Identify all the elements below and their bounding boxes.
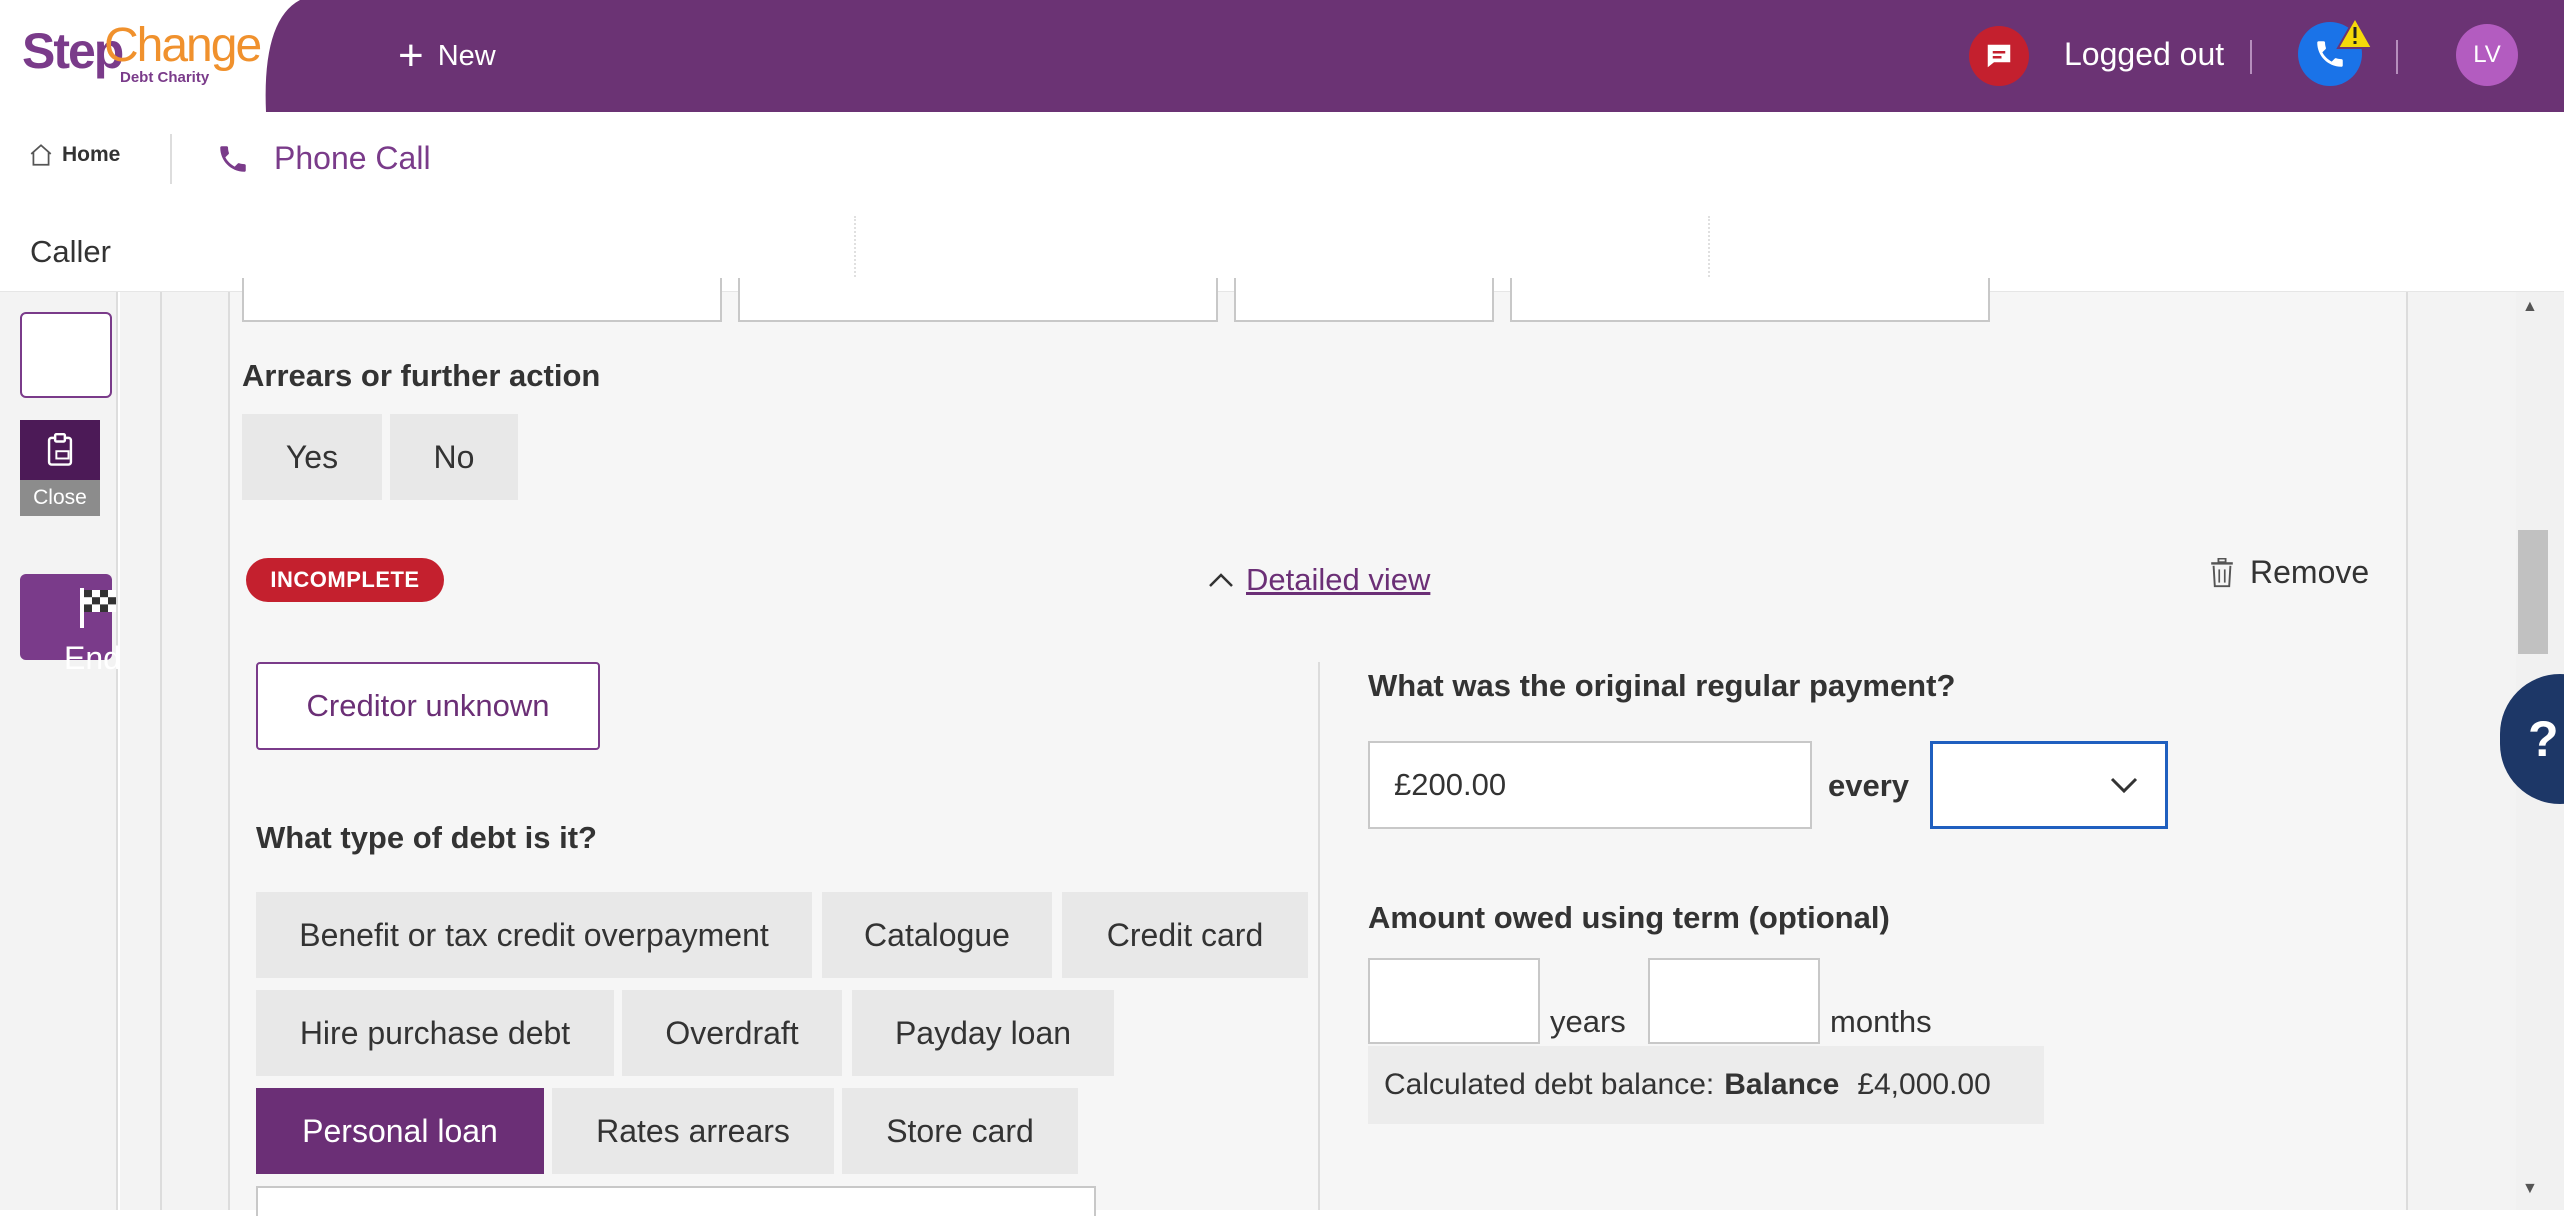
presence-status[interactable]: Logged out xyxy=(2064,36,2224,73)
close-panel-button[interactable]: Close xyxy=(20,480,100,516)
tab-phone-call-label: Phone Call xyxy=(274,140,431,176)
phone-icon xyxy=(220,145,246,172)
scroll-down-arrow-icon[interactable]: ▼ xyxy=(2522,1180,2538,1198)
debt-type-option[interactable]: Payday loan xyxy=(852,990,1114,1076)
remove-label: Remove xyxy=(2250,554,2370,590)
creditor-unknown-button[interactable]: Creditor unknown xyxy=(256,662,600,750)
partial-input[interactable] xyxy=(242,278,722,322)
debt-type-option[interactable]: Rates arrears xyxy=(552,1088,834,1174)
logo-change-text: Change xyxy=(104,19,262,72)
payment-amount-input[interactable] xyxy=(1368,741,1812,829)
calculated-balance: Calculated debt balance: Balance £4,000.… xyxy=(1368,1046,2044,1124)
status-badge: INCOMPLETE xyxy=(246,558,444,602)
clipboard-icon[interactable] xyxy=(20,420,100,480)
arrears-yes-button[interactable]: Yes xyxy=(242,414,382,500)
checkered-flag-icon xyxy=(80,588,116,628)
term-years-input[interactable] xyxy=(1368,958,1540,1044)
arrears-no-button[interactable]: No xyxy=(390,414,518,500)
debt-type-option-selected[interactable]: Personal loan xyxy=(256,1088,544,1174)
plus-icon: + xyxy=(398,31,424,80)
calc-prefix: Calculated debt balance: xyxy=(1384,1068,1715,1101)
caller-label: Caller xyxy=(30,234,111,269)
partial-input[interactable] xyxy=(1234,278,1494,322)
term-label: Amount owed using term (optional) xyxy=(1368,900,1890,935)
years-label: years xyxy=(1550,1004,1626,1039)
header-separator xyxy=(2396,40,2398,74)
home-icon xyxy=(30,144,52,166)
debt-type-option[interactable]: Catalogue xyxy=(822,892,1052,978)
session-tabs: Home Phone Call xyxy=(0,112,2564,212)
debt-type-label: What type of debt is it? xyxy=(256,820,597,855)
warning-icon xyxy=(2336,16,2374,49)
payment-label: What was the original regular payment? xyxy=(1368,668,1956,703)
left-rail: Close End Session xyxy=(0,292,118,1210)
logo-subtitle: Debt Charity xyxy=(120,69,210,86)
end-session-label: End Session xyxy=(64,640,118,676)
every-label: every xyxy=(1828,768,1910,803)
chevron-down-icon xyxy=(2110,777,2138,794)
calc-balance-label: Balance xyxy=(1724,1068,1840,1101)
debt-type-option[interactable]: Benefit or tax credit overpayment xyxy=(256,892,812,978)
new-button[interactable]: + New xyxy=(398,28,496,84)
chevron-up-icon xyxy=(1209,573,1233,587)
tab-phone-call[interactable]: Phone Call xyxy=(216,140,431,177)
debt-type-option[interactable]: Overdraft xyxy=(622,990,842,1076)
scroll-up-arrow-icon[interactable]: ▲ xyxy=(2522,298,2538,316)
top-bar: Step Change Debt Charity + New Logged ou… xyxy=(0,0,2564,112)
arrears-label: Arrears or further action xyxy=(242,358,601,393)
detailed-view-label: Detailed view xyxy=(1246,562,1431,597)
chat-bubble-icon xyxy=(1987,44,2011,68)
new-button-label: New xyxy=(437,39,496,72)
avatar[interactable]: LV xyxy=(2456,24,2518,86)
partial-input[interactable] xyxy=(1510,278,1990,322)
stepchange-logo[interactable]: Step Change Debt Charity xyxy=(0,0,300,112)
detailed-view-link[interactable]: Detailed view xyxy=(1208,562,1430,598)
clipboard-glyph xyxy=(47,433,73,466)
term-months-input[interactable] xyxy=(1648,958,1820,1044)
debt-type-option[interactable]: Store card xyxy=(842,1088,1078,1174)
content-gutter xyxy=(120,292,162,1210)
calc-balance-amount: £4,000.00 xyxy=(1857,1068,1991,1101)
tab-home[interactable]: Home xyxy=(28,142,120,168)
months-label: months xyxy=(1830,1004,1932,1039)
partial-input[interactable] xyxy=(256,1186,1096,1216)
payment-frequency-select[interactable] xyxy=(1930,741,2168,829)
partial-input[interactable] xyxy=(738,278,1218,322)
rail-session-slot[interactable] xyxy=(20,312,112,398)
chat-icon[interactable] xyxy=(1969,26,2029,86)
debt-type-option[interactable]: Credit card xyxy=(1062,892,1308,978)
scrollbar-thumb[interactable] xyxy=(2518,530,2548,654)
header-separator xyxy=(2250,40,2252,74)
tab-divider xyxy=(170,134,172,184)
tab-home-label: Home xyxy=(62,143,121,166)
remove-button[interactable]: Remove xyxy=(2210,554,2369,591)
trash-icon xyxy=(2211,557,2233,587)
column-divider xyxy=(1318,662,1320,1210)
debt-type-option[interactable]: Hire purchase debt xyxy=(256,990,614,1076)
